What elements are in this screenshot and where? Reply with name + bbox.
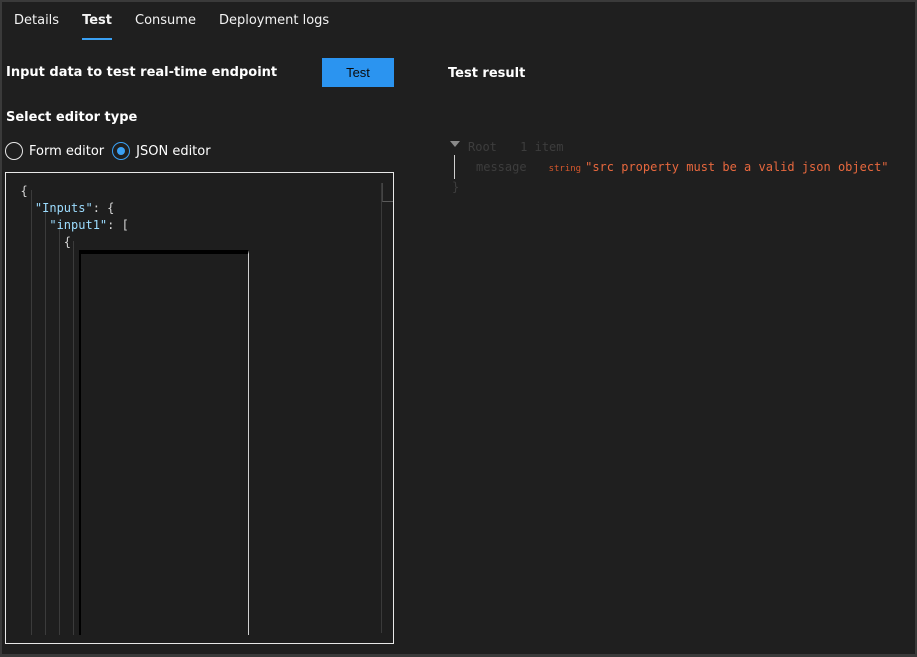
result-value: "src property must be a valid json objec… bbox=[585, 160, 889, 174]
form-editor-radio[interactable] bbox=[5, 142, 23, 160]
result-root-count: 1 item bbox=[520, 140, 564, 154]
editor-scrollbar-thumb[interactable] bbox=[382, 183, 393, 202]
editor-type-label: Select editor type bbox=[6, 110, 138, 125]
result-close-brace: } bbox=[452, 180, 460, 194]
json-editor-radio[interactable] bbox=[112, 142, 131, 160]
tab-details[interactable]: Details bbox=[14, 12, 59, 40]
code-lines: { "Inputs": { "input1": [ { bbox=[6, 183, 129, 251]
input-section-title: Input data to test real-time endpoint bbox=[6, 65, 278, 80]
form-editor-option[interactable]: Form editor bbox=[5, 142, 104, 160]
tab-consume[interactable]: Consume bbox=[135, 12, 196, 40]
tab-deployment-logs[interactable]: Deployment logs bbox=[219, 12, 329, 40]
editor-selection-overlay bbox=[79, 250, 249, 635]
indent-guide bbox=[45, 207, 46, 635]
collapse-caret-icon[interactable] bbox=[450, 141, 460, 147]
json-editor-option[interactable]: JSON editor bbox=[112, 142, 211, 160]
code-line: { bbox=[20, 184, 28, 198]
result-root-label: Root bbox=[468, 140, 497, 154]
code-line: "input1": [ bbox=[49, 218, 129, 232]
test-result-title: Test result bbox=[448, 66, 526, 81]
code-line: "Inputs": { bbox=[34, 201, 115, 215]
editor-scrollbar-track[interactable] bbox=[381, 183, 382, 633]
result-type: string bbox=[548, 164, 582, 174]
indent-guide bbox=[73, 241, 74, 635]
result-root-row: Root 1 item bbox=[468, 137, 564, 157]
form-editor-label: Form editor bbox=[29, 143, 105, 159]
result-message-row: message string "src property must be a val… bbox=[476, 157, 889, 179]
editor-type-radio-group: Form editor JSON editor bbox=[5, 142, 219, 160]
indent-guide bbox=[59, 224, 60, 635]
tab-bar: Details Test Consume Deployment logs bbox=[14, 12, 352, 40]
json-code-editor[interactable]: { "Inputs": { "input1": [ { bbox=[5, 172, 394, 644]
indent-guide bbox=[31, 190, 32, 635]
code-line: { bbox=[63, 235, 72, 249]
test-button[interactable]: Test bbox=[322, 58, 394, 87]
tab-test[interactable]: Test bbox=[82, 12, 112, 40]
result-key: message bbox=[476, 160, 527, 174]
json-editor-label: JSON editor bbox=[136, 143, 211, 159]
tree-guide-line bbox=[454, 155, 455, 179]
